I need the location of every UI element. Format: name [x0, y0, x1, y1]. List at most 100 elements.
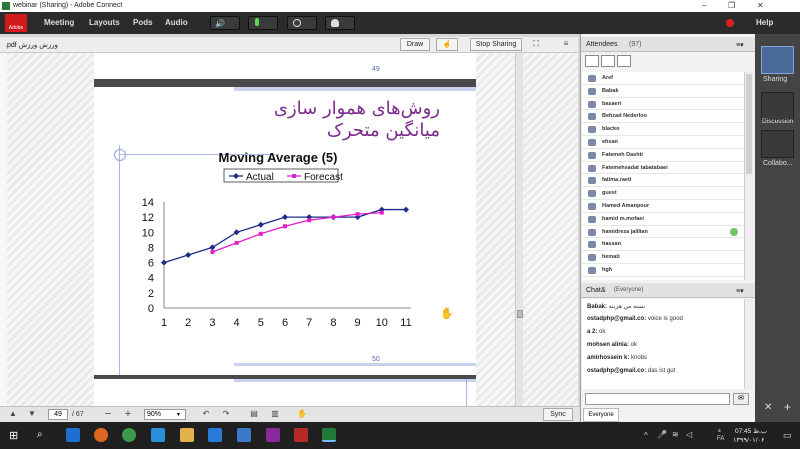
- rotate-left-icon[interactable]: ↶: [201, 408, 211, 420]
- attendee-row[interactable]: blacko: [582, 123, 744, 136]
- list-view-icon[interactable]: [585, 55, 599, 67]
- page-number-input[interactable]: [48, 409, 68, 420]
- adobe-connect-taskbar-icon[interactable]: [322, 428, 336, 442]
- file-explorer-icon[interactable]: [180, 428, 194, 442]
- vscode-icon[interactable]: [237, 428, 251, 442]
- attendee-row[interactable]: hamid m.mofaei: [582, 213, 744, 226]
- grid-view-icon[interactable]: [601, 55, 615, 67]
- attendee-row[interactable]: Babak: [582, 85, 744, 98]
- prev-page-icon[interactable]: ▲: [8, 408, 18, 420]
- attendee-name: Fatemehsadat tabatabaei: [602, 164, 668, 171]
- zoom-select[interactable]: 90% ▾: [144, 409, 186, 420]
- draw-button[interactable]: Draw: [400, 38, 430, 51]
- data-point-actual: [233, 229, 240, 236]
- chat-sender: Babak:: [587, 304, 608, 310]
- scrollbar-thumb[interactable]: [517, 310, 523, 318]
- attendee-scrollbar-thumb[interactable]: [746, 74, 752, 174]
- mic-tray-icon[interactable]: 🎤: [657, 430, 667, 439]
- pointer-button[interactable]: ☝: [436, 38, 458, 51]
- attendee-row[interactable]: hemati: [582, 251, 744, 264]
- fit-width-icon[interactable]: ▥: [270, 408, 280, 420]
- x-tick-label: 6: [282, 317, 288, 329]
- tray-chevron-icon[interactable]: ^: [644, 431, 648, 440]
- attendee-row[interactable]: Fatemeh Dashti: [582, 149, 744, 162]
- chat-scrollbar[interactable]: [744, 299, 753, 389]
- notifications-icon[interactable]: ▭: [783, 430, 792, 441]
- attendee-scrollbar[interactable]: [744, 72, 753, 280]
- microphone-button[interactable]: [248, 16, 278, 30]
- data-point-actual: [161, 259, 167, 266]
- attendee-row[interactable]: ehsan: [582, 136, 744, 149]
- stop-sharing-button[interactable]: Stop Sharing: [470, 38, 522, 51]
- zoom-in-icon[interactable]: +: [123, 408, 133, 420]
- menu-help[interactable]: Help: [756, 18, 773, 27]
- status-button[interactable]: [325, 16, 355, 30]
- zoom-out-icon[interactable]: −: [103, 408, 113, 420]
- hand-tool-icon[interactable]: ✋: [296, 408, 308, 420]
- y-tick-label: 4: [148, 273, 154, 285]
- chrome-icon[interactable]: [122, 428, 136, 442]
- menu-audio[interactable]: Audio: [165, 18, 188, 27]
- pod-collaboration[interactable]: [761, 130, 794, 158]
- pod-sharing[interactable]: [761, 46, 794, 74]
- attendee-row[interactable]: Behzad Nederloo: [582, 110, 744, 124]
- legend-label: Forecast: [304, 172, 343, 183]
- add-pod-icon[interactable]: +: [784, 400, 791, 414]
- document-scrollbar[interactable]: [515, 53, 523, 406]
- attendee-row[interactable]: Hamed Amanpour: [582, 200, 744, 213]
- menu-meeting[interactable]: Meeting: [44, 18, 74, 27]
- attendee-row[interactable]: hgh: [582, 264, 744, 277]
- menu-pods[interactable]: Pods: [133, 18, 153, 27]
- menu-layouts[interactable]: Layouts: [89, 18, 120, 27]
- send-message-icon[interactable]: ✉: [733, 393, 749, 405]
- speaker-button[interactable]: 🔊: [210, 16, 240, 30]
- fit-page-icon[interactable]: ▤: [249, 408, 259, 420]
- recording-icon[interactable]: [726, 19, 734, 27]
- pdf-reader-icon[interactable]: [294, 428, 308, 442]
- person-icon: [588, 254, 596, 262]
- sort-view-icon[interactable]: [617, 55, 631, 67]
- maximize-button[interactable]: ❐: [728, 1, 735, 10]
- attendee-row[interactable]: Fatemehsadat tabatabaei: [582, 162, 744, 175]
- hand-cursor-icon: ✋: [440, 308, 454, 320]
- chat-sender: ostadphp@gmail.co:: [587, 368, 647, 374]
- attendee-row[interactable]: hassan: [582, 238, 744, 252]
- chat-tab-everyone[interactable]: Everyone: [583, 408, 619, 422]
- pod-discussion[interactable]: [761, 92, 794, 120]
- rotate-right-icon[interactable]: ↷: [221, 408, 231, 420]
- attendee-row[interactable]: fatima.raeti: [582, 174, 744, 188]
- edge-icon[interactable]: [66, 428, 80, 442]
- next-page-icon[interactable]: ▼: [27, 408, 37, 420]
- person-icon: [588, 177, 596, 185]
- webcam-button[interactable]: [287, 16, 317, 30]
- clock-time[interactable]: 07:45 ب.ظ: [735, 427, 767, 435]
- x-tick-label: 4: [234, 317, 240, 329]
- next-slide-guide: [466, 379, 467, 406]
- fullscreen-icon[interactable]: ⛶: [530, 38, 542, 50]
- chat-input[interactable]: [585, 393, 730, 405]
- attendee-row[interactable]: Aref: [582, 72, 744, 85]
- windows-start-icon[interactable]: ⊞: [9, 429, 18, 442]
- firefox-icon[interactable]: [94, 428, 108, 442]
- attendee-row[interactable]: basaeri: [582, 98, 744, 111]
- volume-icon[interactable]: ◁: [686, 430, 692, 439]
- pod-menu-icon[interactable]: ≡: [560, 38, 572, 50]
- data-point-actual: [185, 252, 192, 258]
- attendee-row[interactable]: hamidreza jalilian: [582, 226, 744, 239]
- sync-button[interactable]: Sync: [543, 408, 573, 421]
- network-icon[interactable]: ≋: [672, 430, 679, 439]
- attendee-name: hamid m.mofaei: [602, 215, 644, 222]
- mail-icon[interactable]: [208, 428, 222, 442]
- clock-date[interactable]: ۱۳۹۹/۰۱/۰۶: [733, 436, 765, 444]
- close-button[interactable]: ✕: [757, 1, 764, 10]
- language-indicator[interactable]: ﻋ: [718, 427, 722, 434]
- onenote-icon[interactable]: [266, 428, 280, 442]
- attendee-row[interactable]: guest: [582, 187, 744, 200]
- minimize-button[interactable]: –: [702, 1, 706, 10]
- internet-explorer-icon[interactable]: [151, 428, 165, 442]
- language-code[interactable]: FA: [717, 436, 724, 442]
- settings-icon[interactable]: ✕: [764, 402, 772, 413]
- attendees-menu-icon[interactable]: ≡▾: [736, 41, 744, 49]
- chat-menu-icon[interactable]: ≡▾: [736, 287, 744, 295]
- search-icon[interactable]: ⌕: [37, 429, 43, 440]
